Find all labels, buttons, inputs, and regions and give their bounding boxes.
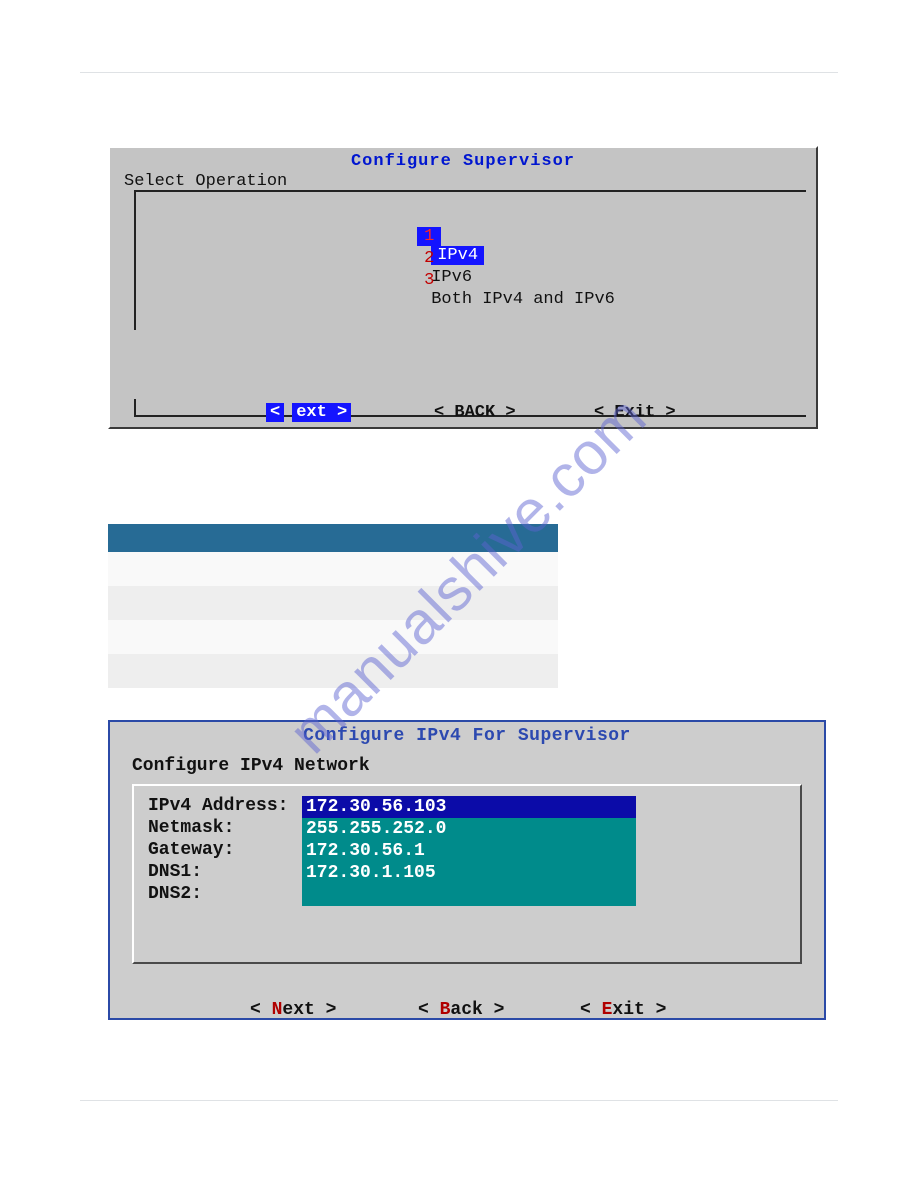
dialog-title: Configure Supervisor: [110, 152, 816, 171]
divider-bottom: [80, 1100, 838, 1101]
stripe-row: [108, 654, 558, 688]
input-dns2[interactable]: [302, 884, 636, 906]
divider-top: [80, 72, 838, 73]
rest: ack >: [450, 1000, 504, 1020]
back-button[interactable]: < Back >: [418, 1000, 504, 1020]
select-operation-label: Select Operation: [124, 172, 287, 191]
next-button[interactable]: < Next >: [250, 1000, 336, 1020]
exit-button[interactable]: < Exit >: [580, 1000, 666, 1020]
bracket: <: [418, 1000, 440, 1020]
hotkey: E: [602, 1000, 613, 1020]
label-ipv4-address: IPv4 Address:: [148, 796, 288, 816]
bracket: <: [580, 1000, 602, 1020]
input-netmask[interactable]: 255.255.252.0: [302, 818, 636, 840]
stripe-row: [108, 552, 558, 586]
stripe-header: [108, 524, 558, 552]
label-netmask: Netmask:: [148, 818, 234, 838]
exit-button[interactable]: < Exit >: [594, 403, 676, 422]
stripe-row: [108, 586, 558, 620]
screenshot-configure-supervisor: Configure Supervisor Select Operation 1 …: [108, 146, 818, 429]
stripe-row: [108, 620, 558, 654]
input-gateway[interactable]: 172.30.56.1: [302, 840, 636, 862]
next-button-right: ext >: [292, 403, 351, 422]
label-dns1: DNS1:: [148, 862, 202, 882]
dialog-subtitle: Configure IPv4 Network: [132, 756, 370, 776]
label-dns2: DNS2:: [148, 884, 202, 904]
option-number: 3: [417, 271, 441, 290]
input-dns1[interactable]: 172.30.1.105: [302, 862, 636, 884]
document-page: Configure Supervisor Select Operation 1 …: [0, 0, 918, 1188]
next-button[interactable]: < ext >: [266, 403, 351, 422]
back-button[interactable]: < BACK >: [434, 403, 516, 422]
option-both[interactable]: 3 Both IPv4 and IPv6: [356, 252, 615, 328]
input-ipv4-address[interactable]: 172.30.56.103: [302, 796, 636, 818]
dialog-title: Configure IPv4 For Supervisor: [110, 726, 824, 746]
label-gateway: Gateway:: [148, 840, 234, 860]
screenshot-configure-ipv4: Configure IPv4 For Supervisor Configure …: [108, 720, 826, 1020]
next-button-left: <: [266, 403, 284, 422]
rest: ext >: [282, 1000, 336, 1020]
decorative-stripes: [108, 524, 558, 688]
hotkey: N: [272, 1000, 283, 1020]
hotkey: B: [440, 1000, 451, 1020]
rest: xit >: [612, 1000, 666, 1020]
option-label: Both IPv4 and IPv6: [431, 290, 615, 309]
bracket: <: [250, 1000, 272, 1020]
